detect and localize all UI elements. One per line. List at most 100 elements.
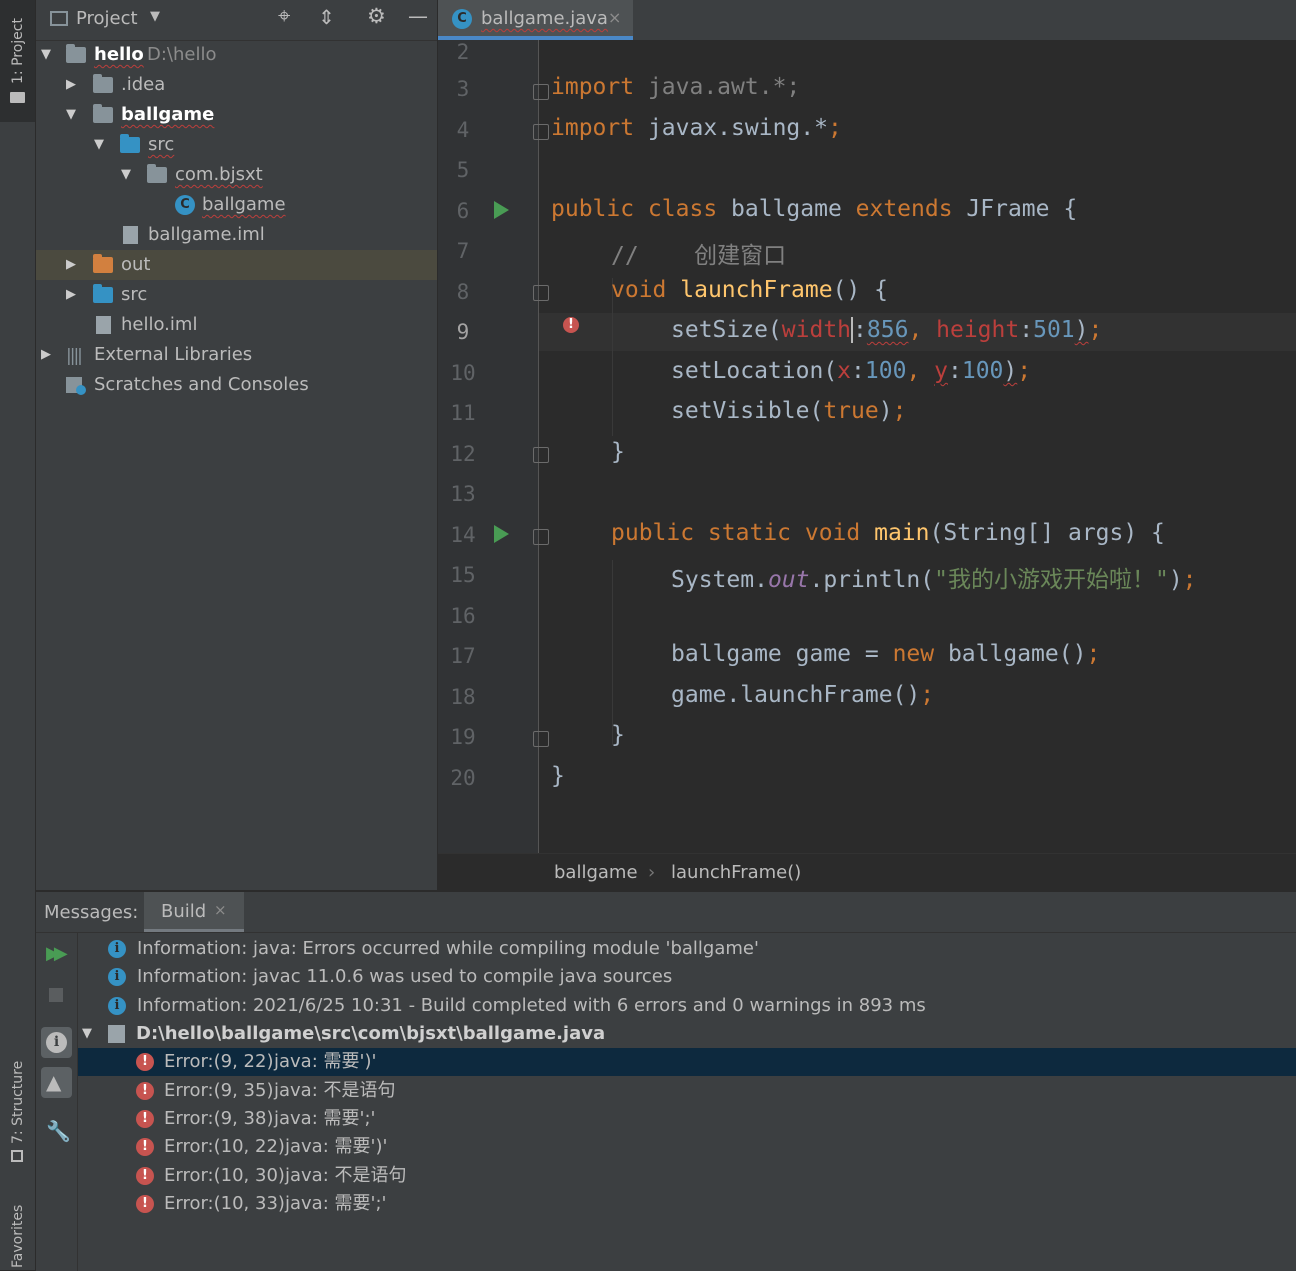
info-row[interactable]: i Information: java: Errors occurred whi… bbox=[78, 935, 1296, 963]
collapsed-arrow-icon[interactable]: ▶ bbox=[63, 280, 79, 310]
static-field: out bbox=[767, 567, 810, 593]
keyword: public class bbox=[551, 196, 732, 222]
stop-icon[interactable] bbox=[49, 988, 63, 1002]
tree-label: out bbox=[121, 254, 151, 275]
line-number: 3 bbox=[456, 77, 470, 101]
info-row[interactable]: i Information: javac 11.0.6 was used to … bbox=[78, 963, 1296, 991]
tree-label: External Libraries bbox=[94, 344, 253, 365]
param-hint: x bbox=[837, 358, 852, 384]
tree-item-ballgame-module[interactable]: ▼ ballgame bbox=[36, 100, 437, 130]
code-text: System. bbox=[671, 567, 768, 593]
code-line-14: public static void main(String[] args) { bbox=[611, 520, 1165, 546]
excluded-folder-icon bbox=[93, 254, 113, 273]
error-row[interactable]: ! Error:(9, 35) java: 不是语句 bbox=[78, 1077, 1296, 1105]
error-message: java: 需要';' bbox=[274, 1108, 376, 1129]
error-row[interactable]: ! Error:(10, 30) java: 不是语句 bbox=[78, 1162, 1296, 1190]
error-row[interactable]: ! Error:(9, 22) java: 需要')' bbox=[78, 1048, 1296, 1076]
run-gutter-icon[interactable] bbox=[494, 201, 509, 219]
tree-item-hello-iml[interactable]: hello.iml bbox=[36, 310, 437, 340]
code-line-18: game.launchFrame(); bbox=[671, 682, 934, 708]
expanded-arrow-icon[interactable]: ▼ bbox=[38, 40, 54, 70]
collapsed-arrow-icon[interactable]: ▶ bbox=[38, 340, 54, 370]
error-row[interactable]: ! Error:(10, 22) java: 需要')' bbox=[78, 1133, 1296, 1161]
expanded-arrow-icon[interactable]: ▼ bbox=[82, 1020, 92, 1048]
expanded-arrow-icon[interactable]: ▼ bbox=[118, 160, 134, 190]
tree-item-hello[interactable]: ▼ hello D:\hello bbox=[36, 40, 437, 70]
rerun-icon[interactable]: ▶▶ bbox=[46, 943, 68, 964]
collapsed-arrow-icon[interactable]: ▶ bbox=[63, 250, 79, 280]
keyword: import bbox=[551, 115, 635, 141]
line-number: 10 bbox=[450, 361, 476, 385]
tree-label: src bbox=[121, 284, 148, 305]
tab-build[interactable]: Build × bbox=[144, 892, 244, 932]
show-info-toggle[interactable]: i bbox=[41, 1027, 72, 1058]
error-message: java: 不是语句 bbox=[274, 1080, 396, 1101]
line-number: 19 bbox=[450, 725, 476, 749]
code-text: java.awt.*; bbox=[634, 74, 801, 100]
wrench-icon[interactable]: 🔧 bbox=[46, 1119, 71, 1143]
gear-icon[interactable]: ⚙ bbox=[367, 4, 386, 28]
tab-favorites[interactable]: Favorites bbox=[0, 1190, 35, 1270]
error-message: java: 需要')' bbox=[285, 1136, 388, 1157]
info-text: Information: 2021/6/25 10:31 - Build com… bbox=[137, 995, 926, 1016]
error-icon: ! bbox=[136, 1082, 154, 1100]
collapsed-arrow-icon[interactable]: ▶ bbox=[63, 70, 79, 100]
code-text: () { bbox=[832, 277, 888, 303]
file-row[interactable]: ▼ D:\hello\ballgame\src\com\bjsxt\ballga… bbox=[78, 1020, 1296, 1048]
expanded-arrow-icon[interactable]: ▼ bbox=[63, 100, 79, 130]
keyword: new bbox=[892, 641, 948, 667]
editor: 2 3 4 5 6 7 8 9 10 11 12 13 14 15 16 17 … bbox=[438, 40, 1296, 853]
expanded-arrow-icon[interactable]: ▼ bbox=[91, 130, 107, 160]
source-folder-icon bbox=[93, 284, 113, 303]
minimize-icon[interactable]: — bbox=[408, 4, 428, 28]
tree-label: com.bjsxt bbox=[175, 164, 263, 185]
messages-panel: Messages: Build × ▶▶ i ▲ 🔧 i Information… bbox=[36, 891, 1296, 1271]
number: 100 bbox=[961, 358, 1004, 384]
code-line-15: System.out.println("我的小游戏开始啦！"); bbox=[671, 560, 1197, 594]
close-icon[interactable]: × bbox=[608, 8, 621, 27]
tree-item-external-libraries[interactable]: ▶ |||| External Libraries bbox=[36, 340, 437, 370]
info-icon: i bbox=[108, 997, 126, 1015]
info-icon: i bbox=[108, 968, 126, 986]
tab-favorites-label: Favorites bbox=[10, 1204, 26, 1268]
locate-icon[interactable]: ⌖ bbox=[278, 4, 290, 29]
tree-item-idea[interactable]: ▶ .idea bbox=[36, 70, 437, 100]
editor-tab-ballgame-java[interactable]: C ballgame.java × bbox=[438, 0, 633, 40]
breadcrumb-item-method[interactable]: launchFrame() bbox=[671, 862, 801, 883]
java-class-icon: C bbox=[452, 9, 472, 29]
tree-item-src[interactable]: ▼ src bbox=[36, 130, 437, 160]
tree-item-scratches[interactable]: Scratches and Consoles bbox=[36, 370, 437, 400]
info-row[interactable]: i Information: 2021/6/25 10:31 - Build c… bbox=[78, 992, 1296, 1020]
number: 501 bbox=[1033, 317, 1075, 343]
code-text: javax.swing.* bbox=[634, 115, 828, 141]
error-location: Error:(9, 35) bbox=[164, 1080, 274, 1101]
code-punct: ; bbox=[920, 682, 935, 708]
iml-file-icon bbox=[96, 316, 111, 334]
tree-item-iml[interactable]: ballgame.iml bbox=[36, 220, 437, 250]
tree-item-package[interactable]: ▼ com.bjsxt bbox=[36, 160, 437, 190]
project-title[interactable]: Project bbox=[76, 8, 138, 29]
error-row[interactable]: ! Error:(9, 38) java: 需要';' bbox=[78, 1105, 1296, 1133]
text-cursor: : bbox=[851, 317, 867, 343]
line-number: 18 bbox=[450, 685, 476, 709]
module-folder-icon bbox=[66, 44, 86, 63]
keyword: void bbox=[611, 277, 681, 303]
tree-label: ballgame bbox=[121, 104, 215, 125]
tab-structure[interactable]: 7: Structure bbox=[0, 1050, 35, 1170]
tab-project[interactable]: 1: Project bbox=[0, 0, 35, 122]
breadcrumb-item-class[interactable]: ballgame bbox=[554, 862, 638, 883]
run-gutter-icon[interactable] bbox=[494, 525, 509, 543]
tree-item-class[interactable]: C ballgame bbox=[36, 190, 437, 220]
show-warnings-toggle[interactable]: ▲ bbox=[41, 1067, 72, 1098]
tree-item-src-root[interactable]: ▶ src bbox=[36, 280, 437, 310]
code-punct: , bbox=[908, 317, 937, 343]
close-icon[interactable]: × bbox=[214, 901, 227, 919]
tab-build-label: Build bbox=[161, 901, 207, 922]
code-line-11: setVisible(true); bbox=[671, 398, 906, 424]
tool-window-strip: 1: Project 7: Structure Favorites bbox=[0, 0, 36, 1270]
tree-item-out[interactable]: ▶ out bbox=[36, 250, 437, 280]
chevron-down-icon[interactable]: ▼ bbox=[150, 9, 160, 24]
error-row[interactable]: ! Error:(10, 33) java: 需要';' bbox=[78, 1190, 1296, 1218]
collapse-all-icon[interactable]: ⇕ bbox=[318, 5, 335, 29]
error-message: java: 需要';' bbox=[285, 1193, 387, 1214]
